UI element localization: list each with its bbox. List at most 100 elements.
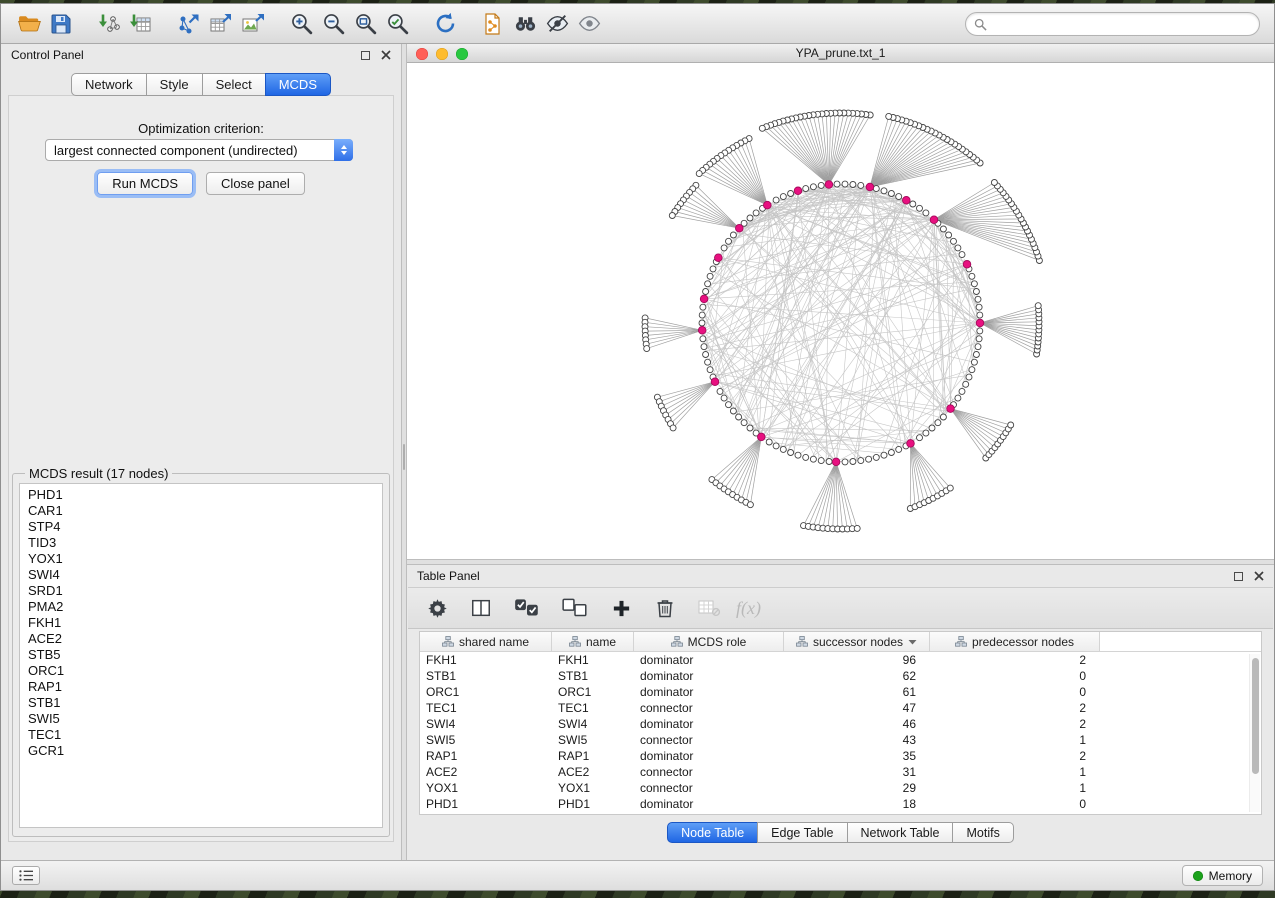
- graph-leaf-node[interactable]: [759, 125, 765, 131]
- graph-hub-node[interactable]: [947, 405, 955, 413]
- select-all-button[interactable]: [512, 595, 542, 621]
- close-table-panel-icon[interactable]: [1253, 571, 1264, 582]
- save-session-button[interactable]: [45, 8, 77, 40]
- graph-hub-node[interactable]: [715, 254, 723, 262]
- table-tab-network-table[interactable]: Network Table: [847, 822, 954, 843]
- graph-node[interactable]: [736, 414, 742, 420]
- graph-node[interactable]: [703, 289, 709, 295]
- column-header-name[interactable]: name: [552, 632, 634, 651]
- close-panel-icon[interactable]: [380, 50, 391, 61]
- graph-node[interactable]: [858, 458, 864, 464]
- graph-leaf-node[interactable]: [991, 180, 997, 186]
- search-box[interactable]: [965, 12, 1260, 36]
- table-row-tec1[interactable]: TEC1TEC1connector472: [420, 700, 1261, 716]
- graph-leaf-node[interactable]: [854, 525, 860, 531]
- graph-node[interactable]: [935, 420, 941, 426]
- graph-node[interactable]: [850, 459, 856, 465]
- graph-node[interactable]: [940, 226, 946, 232]
- add-column-button[interactable]: [608, 595, 634, 621]
- graph-node[interactable]: [700, 336, 706, 342]
- column-header-predecessor-nodes[interactable]: predecessor nodes: [930, 632, 1100, 651]
- graph-node[interactable]: [834, 181, 840, 187]
- export-table-button[interactable]: [205, 8, 237, 40]
- mcds-result-item[interactable]: SWI5: [28, 711, 374, 727]
- graph-hub-node[interactable]: [825, 181, 833, 189]
- graph-node[interactable]: [717, 388, 723, 394]
- table-tab-motifs[interactable]: Motifs: [952, 822, 1013, 843]
- graph-node[interactable]: [975, 296, 981, 302]
- graph-node[interactable]: [896, 446, 902, 452]
- graph-leaf-node[interactable]: [669, 213, 675, 219]
- graph-node[interactable]: [975, 344, 981, 350]
- table-settings-button[interactable]: [424, 595, 450, 621]
- graph-node[interactable]: [730, 232, 736, 238]
- graph-node[interactable]: [910, 201, 916, 207]
- graph-hub-node[interactable]: [832, 458, 840, 466]
- zoom-out-button[interactable]: [317, 8, 349, 40]
- graph-leaf-node[interactable]: [947, 485, 953, 491]
- graph-node[interactable]: [946, 232, 952, 238]
- tab-mcds[interactable]: MCDS: [265, 73, 331, 96]
- graph-hub-node[interactable]: [907, 440, 915, 448]
- graph-node[interactable]: [973, 289, 979, 295]
- graph-leaf-node[interactable]: [1035, 303, 1041, 309]
- float-table-panel-icon[interactable]: [1233, 571, 1244, 582]
- apply-layout-button[interactable]: [429, 8, 461, 40]
- status-menu-button[interactable]: [12, 866, 40, 885]
- graph-hub-node[interactable]: [736, 224, 744, 232]
- graph-node[interactable]: [881, 452, 887, 458]
- graph-node[interactable]: [969, 367, 975, 373]
- graph-node[interactable]: [699, 312, 705, 318]
- graph-leaf-node[interactable]: [1008, 422, 1014, 428]
- tab-style[interactable]: Style: [146, 73, 203, 96]
- graph-node[interactable]: [951, 238, 957, 244]
- table-row-stb1[interactable]: STB1STB1dominator620: [420, 668, 1261, 684]
- graph-node[interactable]: [858, 182, 864, 188]
- close-mcds-panel-button[interactable]: Close panel: [206, 172, 305, 195]
- graph-node[interactable]: [780, 446, 786, 452]
- mcds-result-item[interactable]: TID3: [28, 535, 374, 551]
- run-mcds-button[interactable]: Run MCDS: [97, 172, 193, 195]
- graph-node[interactable]: [707, 367, 713, 373]
- graph-node[interactable]: [721, 395, 727, 401]
- graph-node[interactable]: [773, 443, 779, 449]
- scrollbar-thumb[interactable]: [1252, 658, 1259, 774]
- import-table-button[interactable]: [125, 8, 157, 40]
- graph-node[interactable]: [976, 304, 982, 310]
- graph-node[interactable]: [969, 273, 975, 279]
- graph-leaf-node[interactable]: [747, 502, 753, 508]
- memory-button[interactable]: Memory: [1182, 865, 1263, 886]
- graph-node[interactable]: [810, 184, 816, 190]
- mcds-result-item[interactable]: STP4: [28, 519, 374, 535]
- mcds-result-item[interactable]: SWI4: [28, 567, 374, 583]
- mcds-result-item[interactable]: STB5: [28, 647, 374, 663]
- mcds-result-item[interactable]: PMA2: [28, 599, 374, 615]
- mcds-result-item[interactable]: FKH1: [28, 615, 374, 631]
- import-network-button[interactable]: [93, 8, 125, 40]
- graph-leaf-node[interactable]: [644, 346, 650, 352]
- optimization-criterion-select[interactable]: largest connected component (undirected): [45, 139, 353, 161]
- graph-hub-node[interactable]: [930, 216, 938, 224]
- graph-node[interactable]: [705, 281, 711, 287]
- deselect-all-button[interactable]: [560, 595, 590, 621]
- graph-node[interactable]: [795, 452, 801, 458]
- graph-node[interactable]: [726, 238, 732, 244]
- graph-node[interactable]: [873, 454, 879, 460]
- graph-node[interactable]: [896, 194, 902, 200]
- open-file-button[interactable]: [13, 8, 45, 40]
- mcds-result-item[interactable]: TEC1: [28, 727, 374, 743]
- export-image-button[interactable]: [237, 8, 269, 40]
- graph-node[interactable]: [699, 320, 705, 326]
- vertical-splitter[interactable]: [401, 44, 407, 860]
- mcds-result-item[interactable]: YOX1: [28, 551, 374, 567]
- graph-leaf-node[interactable]: [886, 113, 892, 119]
- graph-node[interactable]: [747, 215, 753, 221]
- mcds-result-item[interactable]: ORC1: [28, 663, 374, 679]
- export-network-button[interactable]: [173, 8, 205, 40]
- column-header-mcds-role[interactable]: MCDS role: [634, 632, 784, 651]
- graph-hub-node[interactable]: [794, 187, 802, 195]
- zoom-fit-button[interactable]: [349, 8, 381, 40]
- graph-node[interactable]: [705, 359, 711, 365]
- graph-node[interactable]: [701, 344, 707, 350]
- graph-node[interactable]: [788, 191, 794, 197]
